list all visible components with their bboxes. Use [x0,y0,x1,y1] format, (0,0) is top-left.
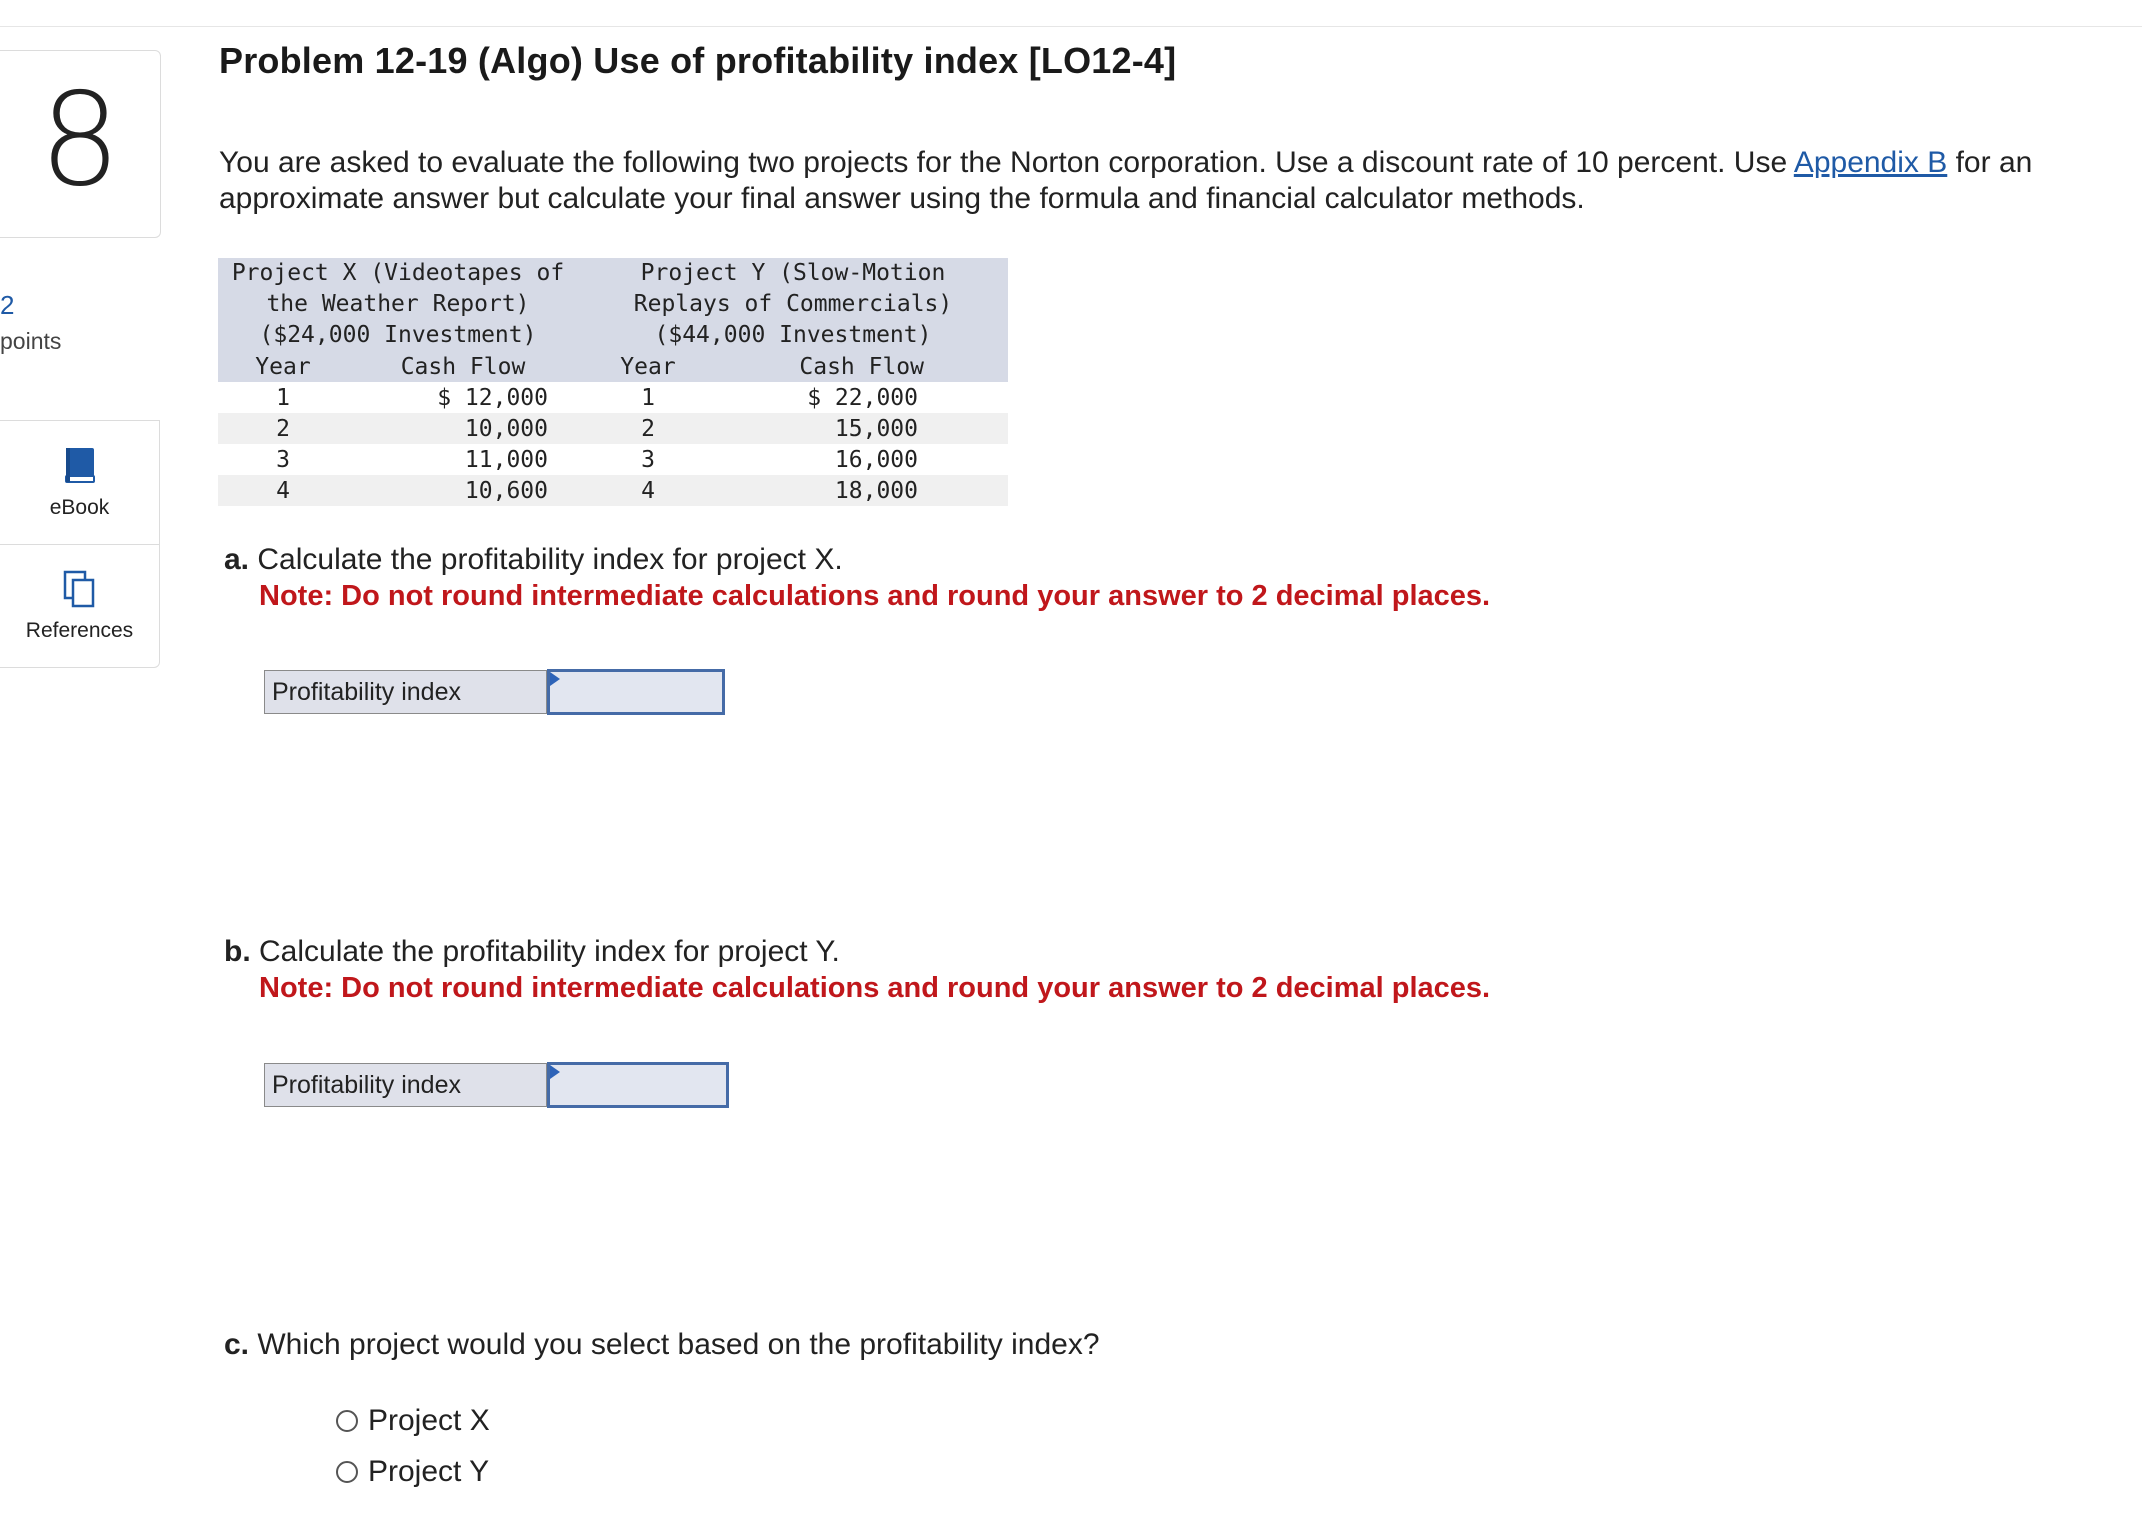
part-a-text: Calculate the profitability index for pr… [249,543,843,576]
y-cash-flow-cell: 15,000 [834,415,918,442]
y-year-cell: 4 [641,477,655,504]
y-cash-flow-cell: $ 22,000 [807,384,918,411]
col-x-cash-flow: Cash Flow [400,353,526,380]
part-a-profitability-index-input[interactable] [547,669,725,715]
option-project-y[interactable]: Project Y [336,1455,489,1489]
part-b-profitability-index-input[interactable] [547,1062,729,1108]
table-row: 4 10,600 4 18,000 [218,475,1008,506]
part-c-question: c. Which project would you select based … [224,1328,1100,1362]
option-label: Project Y [368,1455,490,1488]
x-year-cell: 2 [276,415,290,442]
question-number: 8 [39,66,121,215]
part-b-letter: b. [224,935,251,968]
col-y-year: Year [620,353,676,380]
part-b-text: Calculate the profitability index for pr… [250,935,840,968]
part-c-text: Which project would you select based on … [249,1328,1100,1361]
references-label: References [25,619,134,642]
x-year-cell: 3 [276,446,290,473]
input-flag-icon [550,1065,560,1079]
question-number-card: 8 [0,50,161,238]
problem-title: Problem 12-19 (Algo) Use of profitabilit… [219,40,1177,81]
col-x-year: Year [255,353,311,380]
points-value: 2 [0,290,15,320]
part-b-note: Note: Do not round intermediate calculat… [259,972,1491,1004]
project-y-header-line: Project Y (Slow-Motion [640,260,946,286]
table-header-row: Project X (Videotapes of the Weather Rep… [218,258,1008,351]
intro-text-1: You are asked to evaluate the following … [219,146,1794,179]
top-divider [0,26,2142,27]
x-cash-flow-cell: 11,000 [464,446,548,473]
x-cash-flow-cell: 10,600 [464,477,548,504]
part-b-question: b. Calculate the profitability index for… [224,935,840,969]
project-y-header-line: Replays of Commercials) [633,291,953,317]
x-year-cell: 1 [276,384,290,411]
part-a-letter: a. [224,543,250,576]
y-year-cell: 2 [641,415,655,442]
col-y-cash-flow: Cash Flow [799,353,924,380]
table-row: 2 10,000 2 15,000 [218,413,1008,444]
radio-button[interactable] [336,1410,358,1432]
x-cash-flow-cell: 10,000 [464,415,548,442]
project-y-header: Project Y (Slow-Motion Replays of Commer… [578,258,1008,351]
appendix-b-link[interactable]: Appendix B [1794,146,1947,179]
table-row: 3 11,000 3 16,000 [218,444,1008,475]
y-year-cell: 1 [641,384,655,411]
part-c-letter: c. [224,1328,250,1361]
project-x-header-line: ($24,000 Investment) [259,322,537,348]
part-b-answer-label: Profitability index [264,1063,547,1107]
part-a-question: a. Calculate the profitability index for… [224,543,843,577]
y-cash-flow-cell: 18,000 [834,477,918,504]
part-a-note: Note: Do not round intermediate calculat… [259,580,1491,612]
project-x-header-line: Project X (Videotapes of [231,260,565,286]
x-year-cell: 4 [276,477,290,504]
problem-intro: You are asked to evaluate the following … [219,145,2119,217]
input-flag-icon [550,672,560,686]
y-year-cell: 3 [641,446,655,473]
part-a-answer-label: Profitability index [264,670,547,714]
ebook-label: eBook [49,495,110,519]
option-label: Project X [368,1404,490,1437]
copy-icon [63,570,94,608]
option-project-x[interactable]: Project X [336,1404,490,1438]
radio-button[interactable] [336,1461,358,1483]
table-row: 1 $ 12,000 1 $ 22,000 [218,382,1008,413]
points-label: points [0,328,62,354]
ebook-button[interactable]: eBook [0,420,160,544]
y-cash-flow-cell: 16,000 [834,446,918,473]
project-y-header-line: ($44,000 Investment) [654,322,932,348]
references-button[interactable]: References [0,544,160,668]
part-b-answer-row: Profitability index [264,1062,729,1108]
book-icon [64,447,95,483]
cash-flow-table: Project X (Videotapes of the Weather Rep… [218,258,1008,506]
x-cash-flow-cell: $ 12,000 [437,384,548,411]
table-column-header-row: Year Cash Flow Year Cash Flow [218,351,1008,382]
project-x-header-line: the Weather Report) [266,291,530,317]
part-a-answer-row: Profitability index [264,669,725,715]
project-x-header: Project X (Videotapes of the Weather Rep… [218,258,578,351]
